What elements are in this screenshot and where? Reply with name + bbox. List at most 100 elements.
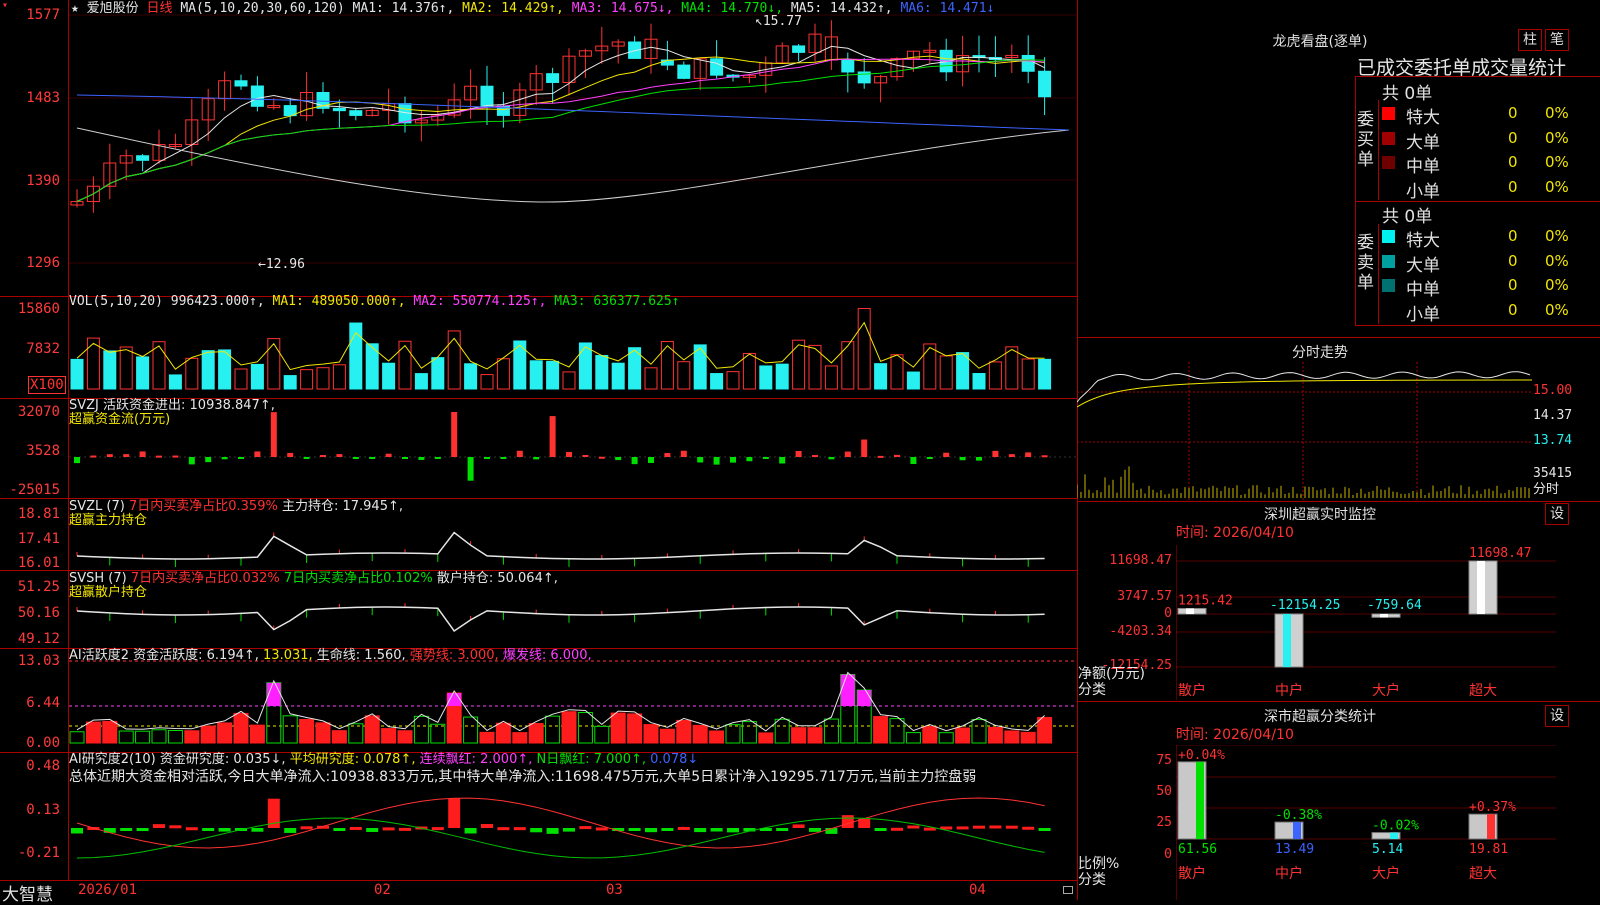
order-pct: 0% — [1545, 276, 1569, 294]
research-bar — [661, 828, 674, 831]
order-size-label: 小单 — [1406, 181, 1440, 202]
sz-class-axis-label: 75 — [1156, 753, 1172, 768]
ratio-value-label: 19.81 — [1469, 842, 1508, 857]
minute-title: 分时走势 — [1292, 345, 1348, 361]
volume-bar — [414, 373, 428, 390]
volume-bar — [874, 363, 888, 390]
ma1-line — [76, 45, 1045, 202]
high-annotation: ↖15.77 — [755, 14, 802, 29]
volume-bar — [1038, 358, 1052, 390]
ai-research-axis-label: 0.13 — [26, 802, 60, 818]
volume-bar — [906, 371, 920, 390]
ratio-value-label: 5.14 — [1372, 842, 1403, 857]
category-label: 超大 — [1469, 866, 1497, 882]
research-bar — [399, 827, 411, 831]
candlestick-chart[interactable] — [69, 0, 1076, 296]
change-label: -0.38% — [1275, 808, 1322, 823]
category-label: 大户 — [1372, 682, 1400, 699]
settings-button[interactable]: 设 — [1545, 705, 1569, 727]
order-count: 0 — [1508, 227, 1518, 245]
flow-bar — [221, 457, 228, 460]
flow-bar — [943, 452, 950, 457]
flow-bar — [566, 451, 572, 457]
order-count: 0 — [1508, 177, 1518, 196]
research-bar — [792, 824, 805, 828]
avg-research-line — [76, 797, 1045, 849]
research-bar — [103, 828, 116, 833]
order-size-swatch — [1382, 230, 1395, 243]
ratio-value-label: 61.56 — [1178, 842, 1217, 857]
svzl-axis-label: 16.01 — [17, 555, 60, 571]
settings-button[interactable]: 设 — [1545, 503, 1569, 525]
research-bar — [169, 825, 182, 829]
svzl-chart[interactable] — [69, 499, 1076, 570]
research-bar — [530, 828, 543, 833]
volume-bar — [300, 369, 314, 390]
flow-bar — [828, 457, 835, 460]
svzj-axis-label: 32070 — [17, 404, 60, 420]
volume-bar — [644, 367, 658, 390]
volume-bar — [316, 367, 330, 390]
flow-bar — [680, 450, 687, 457]
candle-body — [546, 73, 560, 83]
volume-bar — [250, 363, 264, 390]
volume-bar — [464, 363, 478, 390]
flow-bar — [385, 453, 392, 457]
ratio-bar-accent — [1293, 822, 1301, 839]
activity-bar — [1037, 716, 1053, 744]
tick-view-button[interactable]: 笔 — [1545, 29, 1569, 51]
research-bar — [645, 828, 657, 833]
research-bar — [956, 826, 969, 830]
ratio-value-label: 13.49 — [1275, 842, 1314, 857]
sell-total: 共 0单 — [1382, 207, 1433, 227]
vol-axis-label: 7832 — [26, 341, 60, 357]
activity-bar — [381, 728, 397, 744]
net-bar-highlight — [1186, 608, 1194, 614]
sz-class-chart[interactable]: +0.04% 61.56 散户 -0.38% 13.49 中户 -0.02% 5.14 大户 +0… — [1176, 745, 1556, 900]
ai-active-chart[interactable] — [69, 649, 1076, 752]
sz-class-xlabel: 分类 — [1078, 872, 1106, 888]
ai-research-chart[interactable] — [69, 753, 1076, 880]
dragon-title: 龙虎看盘(逐单) — [1272, 34, 1368, 50]
activity-bar — [479, 731, 495, 744]
volume-bar — [529, 360, 543, 390]
volume-bar — [136, 356, 150, 390]
flow-bar — [90, 455, 97, 458]
flow-bar — [713, 457, 720, 465]
flow-bar — [861, 439, 868, 457]
activity-bar — [709, 730, 725, 744]
flow-bar — [139, 451, 146, 457]
buy-orders-label: 委买单 — [1357, 110, 1374, 170]
sz-monitor-chart[interactable]: 1215.42 散户 -12154.25 中户 -759.64 大户 11698.47 超大 — [1176, 545, 1556, 700]
activity-bar — [807, 727, 823, 744]
bar-view-button[interactable]: 柱 — [1518, 29, 1542, 51]
research-bar — [382, 827, 395, 831]
volume-bar — [496, 358, 510, 390]
activity-bar — [118, 730, 134, 744]
flow-bar — [910, 457, 917, 464]
minute-chart[interactable] — [1077, 362, 1532, 500]
buy-total: 共 0单 — [1382, 84, 1433, 104]
dragon-label-divider — [1378, 100, 1379, 200]
activity-bar — [135, 730, 151, 744]
research-bar — [710, 828, 723, 832]
volume-bar — [857, 308, 871, 390]
order-pct: 0% — [1545, 177, 1569, 196]
svzj-chart[interactable] — [69, 399, 1076, 498]
order-size-label: 大单 — [1406, 255, 1440, 276]
date-label: 04 — [969, 882, 986, 898]
minute-axis-label: 35415 — [1533, 466, 1573, 481]
flow-bar — [730, 457, 736, 463]
research-bar — [677, 826, 690, 830]
minute-axis-label: 13.74 — [1533, 433, 1573, 448]
order-count: 0 — [1508, 153, 1518, 171]
lock-icon[interactable] — [1063, 886, 1073, 894]
volume-chart[interactable] — [69, 297, 1076, 398]
svzl-axis-label: 17.41 — [17, 531, 60, 547]
research-bar — [579, 826, 592, 830]
ai-research-axis-label: 0.48 — [26, 758, 60, 774]
activity-bar — [151, 729, 167, 744]
flow-bar — [500, 457, 507, 459]
svsh-chart[interactable] — [69, 571, 1076, 648]
order-size-swatch — [1382, 156, 1395, 169]
